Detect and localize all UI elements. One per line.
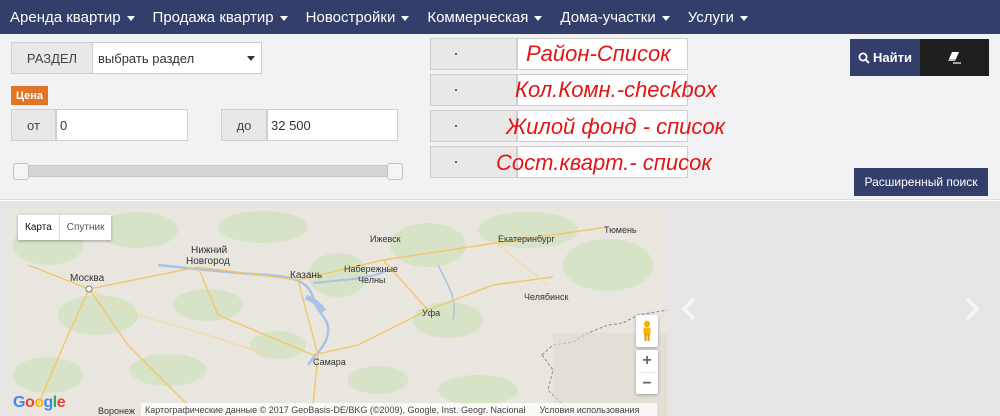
- advanced-search-button[interactable]: Расширенный поиск: [854, 168, 988, 196]
- map-attribution: Картографические данные © 2017 GeoBasis-…: [141, 403, 658, 416]
- chevron-left-icon[interactable]: [680, 296, 698, 322]
- nav-label: Продажа квартир: [152, 8, 274, 26]
- slider-handle-max[interactable]: [387, 163, 403, 180]
- terms-link[interactable]: Условия использования: [540, 405, 640, 415]
- city-samara: Самара: [313, 357, 346, 367]
- city-chelny-2: Челны: [358, 275, 386, 285]
- attribution-text: Картографические данные © 2017 GeoBasis-…: [145, 404, 526, 415]
- nav-label: Коммерческая: [427, 8, 529, 26]
- find-button[interactable]: Найти: [850, 39, 920, 76]
- rooms-annotation: Кол.Комн.-checkbox: [515, 77, 718, 102]
- city-chelyabinsk: Челябинск: [524, 292, 569, 302]
- slider-handle-min[interactable]: [13, 163, 29, 180]
- housing-annotation: Жилой фонд - список: [506, 114, 726, 139]
- nav-item-sale[interactable]: Продажа квартир: [153, 9, 288, 26]
- map-type-satellite[interactable]: Спутник: [58, 215, 112, 240]
- price-from-input[interactable]: 0: [56, 109, 188, 141]
- condition-annotation: Сост.кварт.- список: [496, 150, 712, 175]
- price-badge: Цена: [11, 86, 49, 105]
- search-icon: [858, 52, 870, 64]
- section-select[interactable]: выбрать раздел: [92, 42, 262, 74]
- chevron-right-icon[interactable]: [963, 296, 981, 322]
- pegman-icon: [643, 320, 651, 341]
- price-range-slider[interactable]: [13, 163, 403, 180]
- map-type-control: Карта Спутник: [18, 215, 112, 240]
- find-button-label: Найти: [873, 50, 912, 65]
- map-type-map[interactable]: Карта: [18, 215, 59, 240]
- city-chelny-1: Набережные: [344, 264, 398, 274]
- chevron-down-icon: [279, 15, 288, 21]
- nav-label: Дома-участки: [560, 8, 656, 26]
- placeholder-dot: [455, 125, 457, 127]
- chevron-down-icon: [126, 15, 135, 21]
- district-annotation: Район-Список: [526, 41, 671, 66]
- chevron-down-icon: [739, 15, 748, 21]
- city-moscow: Москва: [70, 273, 105, 284]
- housing-label-box: [430, 110, 517, 142]
- city-ekaterinburg: Екатеринбург: [498, 234, 555, 244]
- city-tyumen: Тюмень: [604, 225, 637, 235]
- zoom-in-button[interactable]: +: [636, 350, 658, 372]
- eraser-icon: [947, 51, 961, 64]
- main-nav: Аренда квартир Продажа квартир Новострой…: [0, 0, 1000, 34]
- zoom-out-button[interactable]: −: [636, 373, 658, 395]
- google-map[interactable]: Карта Спутник Москва Нижний Новгород Каз…: [8, 205, 667, 416]
- placeholder-dot: [455, 161, 457, 163]
- price-to-input[interactable]: 32 500: [267, 109, 398, 141]
- price-from-label: от: [11, 109, 56, 141]
- nav-label: Новостройки: [305, 8, 396, 26]
- city-kazan: Казань: [290, 270, 323, 281]
- placeholder-dot: [455, 53, 457, 55]
- district-label-box: [430, 38, 517, 70]
- city-izhevsk: Ижевск: [370, 234, 401, 244]
- clear-button[interactable]: [920, 39, 989, 76]
- zoom-control: + −: [636, 350, 658, 394]
- google-logo: Google: [13, 394, 66, 411]
- nav-label: Услуги: [687, 8, 734, 26]
- nav-item-services[interactable]: Услуги: [688, 9, 748, 26]
- select-caret-icon: [247, 56, 255, 61]
- nav-label: Аренда квартир: [10, 8, 121, 26]
- nav-item-commercial[interactable]: Коммерческая: [427, 8, 543, 26]
- slider-fill: [15, 166, 401, 176]
- chevron-down-icon: [661, 15, 670, 21]
- nav-item-houses[interactable]: Дома-участки: [560, 8, 670, 26]
- chevron-down-icon: [534, 15, 543, 21]
- rooms-label-box: [430, 74, 517, 106]
- city-voronezh: Воронеж: [98, 406, 135, 416]
- nav-item-new-buildings[interactable]: Новостройки: [306, 9, 410, 26]
- placeholder-dot: [455, 89, 457, 91]
- section-select-value: выбрать раздел: [98, 50, 195, 66]
- section-label: РАЗДЕЛ: [11, 42, 93, 74]
- chevron-down-icon: [401, 15, 410, 21]
- price-to-label: до: [221, 109, 267, 141]
- city-nizhny-1: Нижний: [191, 245, 228, 256]
- city-ufa: Уфа: [422, 308, 441, 318]
- search-panel: РАЗДЕЛ выбрать раздел Цена от 0 до 32 50…: [0, 34, 1000, 200]
- city-nizhny-2: Новгород: [186, 256, 230, 267]
- nav-item-rent[interactable]: Аренда квартир: [10, 9, 135, 26]
- street-view-pegman[interactable]: [636, 315, 658, 347]
